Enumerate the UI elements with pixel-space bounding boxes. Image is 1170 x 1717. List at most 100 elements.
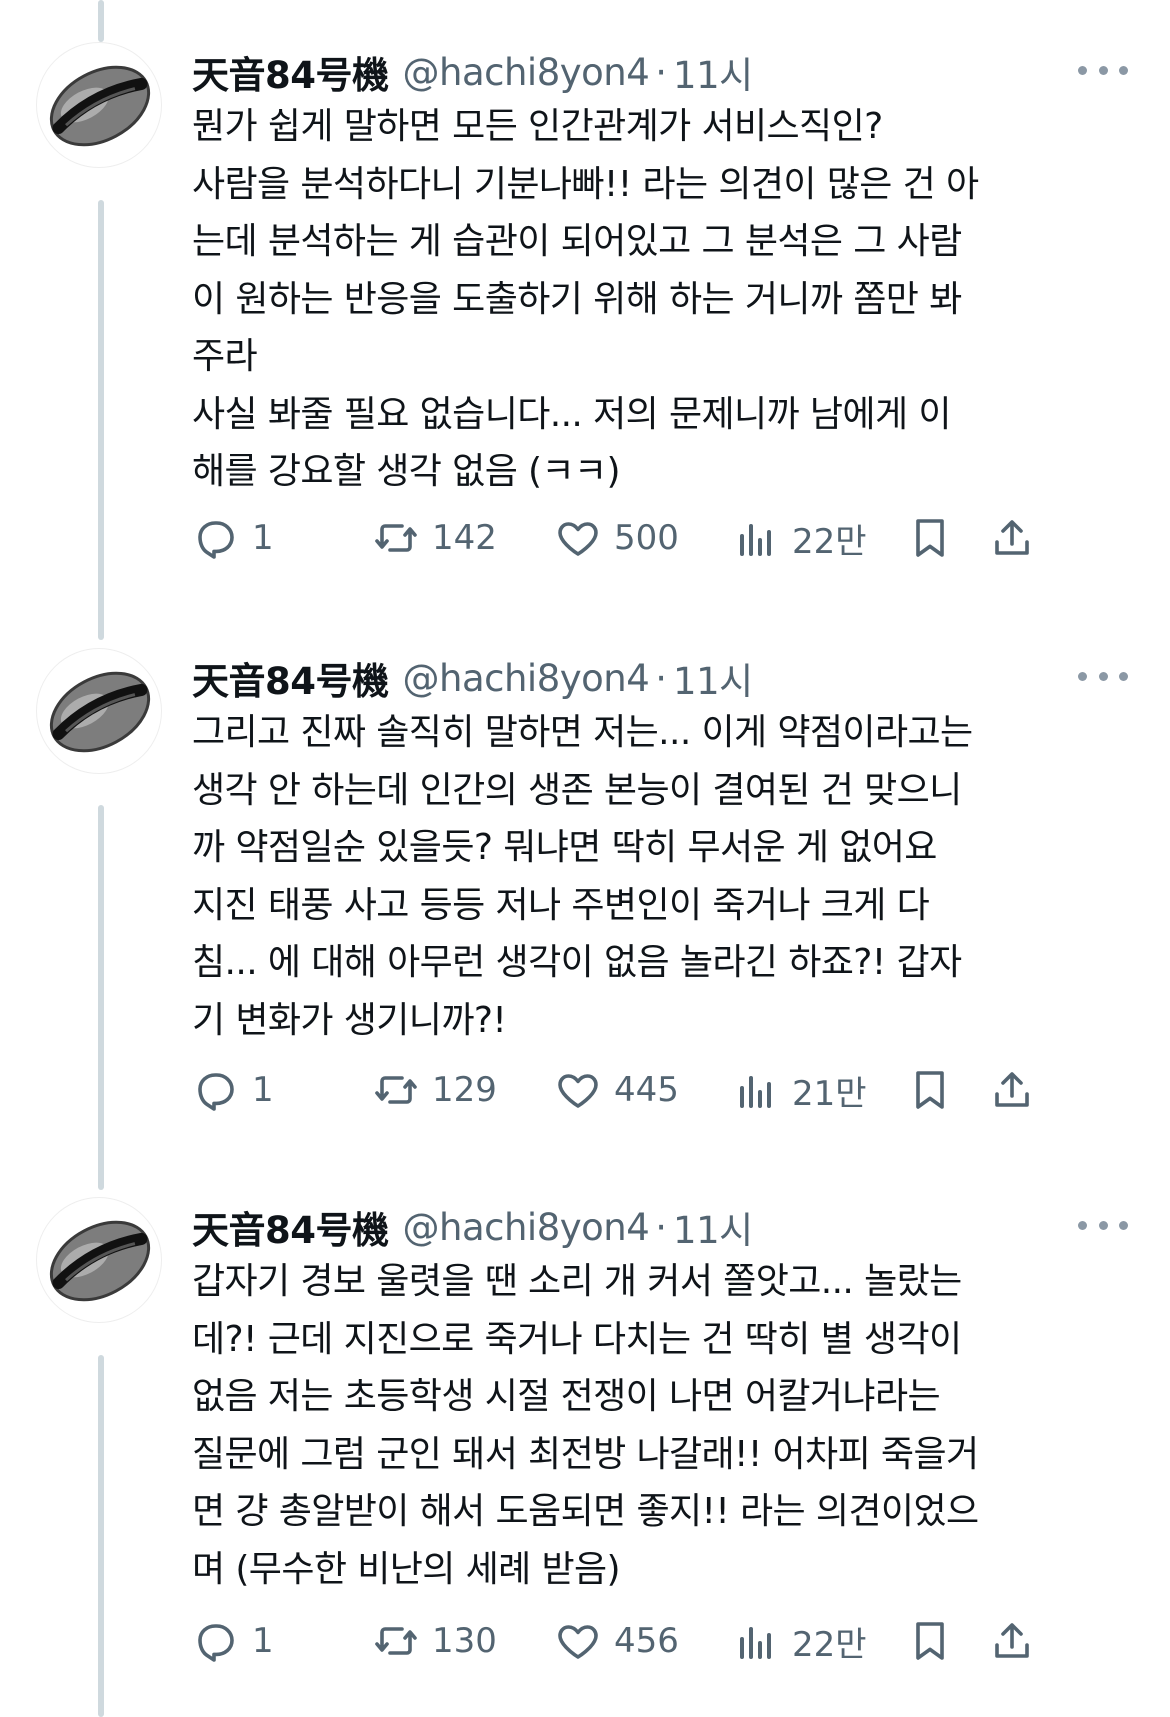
like-count: 456 [614, 1621, 679, 1661]
share-button[interactable] [988, 1060, 1036, 1120]
tweet[interactable]: 天音84号機 @hachi8yon4 · 11시 갑자기 경보 울렷을 땐 소리… [0, 1197, 1170, 1717]
bookmark-button[interactable] [906, 1060, 954, 1120]
views-count: 21만 [792, 1073, 867, 1114]
heart-icon [558, 522, 598, 556]
retweet-count: 129 [432, 1070, 497, 1110]
like-count: 445 [614, 1070, 679, 1110]
avatar[interactable] [36, 42, 162, 168]
tweet-text-line: 면 걍 총알받이 해서 도움되면 좋지!! 라는 의견이었으 [192, 1491, 979, 1532]
tweet-text-line: 침... 에 대해 아무런 생각이 없음 놀라긴 하죠?! 갑자 [192, 942, 962, 983]
retweet-icon [375, 524, 417, 552]
tweet[interactable]: 天音84号機 @hachi8yon4 · 11시 뭔가 쉽게 말하면 모든 인간… [0, 42, 1170, 602]
tweet-text-line: 주라 [192, 336, 258, 377]
views-button[interactable]: 21만 [732, 1060, 867, 1120]
retweet-button[interactable]: 130 [372, 1611, 497, 1671]
bookmark-button[interactable] [906, 508, 954, 568]
avatar[interactable] [36, 648, 162, 774]
author-handle[interactable]: @hachi8yon4 [403, 1206, 650, 1249]
avatar-image [49, 1220, 151, 1302]
reply-icon [198, 1073, 234, 1111]
avatar-image [49, 65, 151, 147]
separator-dot: · [655, 50, 668, 94]
more-icon[interactable] [1078, 1205, 1128, 1245]
action-bar: 1 129 445 21만 [192, 1060, 1142, 1120]
tweet-text: 뭔가 쉽게 말하면 모든 인간관계가 서비스직인? 사람을 분석하다니 기분나빠… [192, 98, 1122, 501]
reply-count: 1 [252, 518, 274, 558]
author-name[interactable]: 天音84号機 [192, 1200, 389, 1254]
views-button[interactable]: 22만 [732, 508, 867, 568]
tweet-text-line: 뭔가 쉽게 말하면 모든 인간관계가 서비스직인? [192, 106, 883, 147]
heart-icon [558, 1074, 598, 1108]
tweet-text-line: 는데 분석하는 게 습관이 되어있고 그 분석은 그 사람 [192, 221, 962, 262]
views-count: 22만 [792, 521, 867, 562]
tweet-header: 天音84号機 @hachi8yon4 · 11시 [192, 1197, 753, 1257]
author-handle[interactable]: @hachi8yon4 [403, 657, 650, 700]
tweet-text-line: 생각 안 하는데 인간의 생존 본능이 결여된 건 맞으니 [192, 769, 962, 811]
author-name[interactable]: 天音84号機 [192, 651, 389, 705]
more-icon[interactable] [1078, 50, 1128, 90]
avatar[interactable] [36, 1197, 162, 1323]
share-button[interactable] [988, 508, 1036, 568]
tweet-text-line: 그리고 진짜 솔직히 말하면 저는... 이게 약점이라고는 [192, 712, 973, 753]
tweet-text-line: 까 약점일순 있을듯? 뭐냐면 딱히 무서운 게 없어요 [192, 827, 937, 868]
timestamp[interactable]: 11시 [673, 1200, 753, 1254]
retweet-icon [375, 1627, 417, 1655]
tweet[interactable]: 天音84号機 @hachi8yon4 · 11시 그리고 진짜 솔직히 말하면 … [0, 648, 1170, 1148]
avatar-image [49, 671, 151, 753]
tweet-text-line: 지진 태풍 사고 등등 저나 주변인이 죽거나 크게 다 [192, 884, 930, 926]
tweet-text-line: 질문에 그럼 군인 돼서 최전방 나갈래!! 어차피 죽을거 [192, 1433, 979, 1475]
tweet-text: 갑자기 경보 울렷을 땐 소리 개 커서 쫄앗고... 놀랐는 데?! 근데 지… [192, 1253, 1122, 1598]
more-icon[interactable] [1078, 656, 1128, 696]
tweet-header: 天音84号機 @hachi8yon4 · 11시 [192, 42, 753, 102]
tweet-text-line: 데?! 근데 지진으로 죽거나 다치는 건 딱히 별 생각이 [192, 1318, 962, 1360]
reply-button[interactable]: 1 [192, 1060, 274, 1120]
tweet-text: 그리고 진짜 솔직히 말하면 저는... 이게 약점이라고는 생각 안 하는데 … [192, 704, 1122, 1049]
like-button[interactable]: 456 [554, 1611, 679, 1671]
like-count: 500 [614, 518, 679, 558]
like-button[interactable]: 500 [554, 508, 679, 568]
reply-button[interactable]: 1 [192, 1611, 274, 1671]
heart-icon [558, 1625, 598, 1659]
timestamp[interactable]: 11시 [673, 651, 753, 705]
bookmark-button[interactable] [906, 1611, 954, 1671]
views-icon [740, 1627, 771, 1659]
share-icon [995, 520, 1029, 555]
tweet-text-line: 며 (무수한 비난의 세례 받음) [192, 1548, 621, 1590]
tweet-text-line: 없음 저는 초등학생 시절 전쟁이 나면 어칼거냐라는 [192, 1376, 941, 1417]
share-icon [995, 1623, 1029, 1658]
like-button[interactable]: 445 [554, 1060, 679, 1120]
bookmark-icon [916, 1622, 944, 1660]
reply-count: 1 [252, 1070, 274, 1110]
retweet-count: 130 [432, 1621, 497, 1661]
tweet-text-line: 갑자기 경보 울렷을 땐 소리 개 커서 쫄앗고... 놀랐는 [192, 1261, 962, 1302]
separator-dot: · [655, 1205, 668, 1249]
bookmark-icon [916, 1071, 944, 1109]
views-button[interactable]: 22만 [732, 1611, 867, 1671]
share-button[interactable] [988, 1611, 1036, 1671]
tweet-header: 天音84号機 @hachi8yon4 · 11시 [192, 648, 753, 708]
bookmark-icon [916, 519, 944, 557]
author-name[interactable]: 天音84号機 [192, 45, 389, 99]
views-icon [740, 1076, 771, 1108]
tweet-text-line: 이 원하는 반응을 도출하기 위해 하는 거니까 쫌만 봐 [192, 278, 962, 320]
reply-count: 1 [252, 1621, 274, 1661]
retweet-button[interactable]: 142 [372, 508, 497, 568]
retweet-icon [375, 1076, 417, 1104]
timestamp[interactable]: 11시 [673, 45, 753, 99]
views-count: 22만 [792, 1624, 867, 1665]
tweet-text-line: 사실 봐줄 필요 없습니다... 저의 문제니까 남에게 이 [192, 393, 951, 435]
reply-button[interactable]: 1 [192, 508, 274, 568]
author-handle[interactable]: @hachi8yon4 [403, 51, 650, 94]
action-bar: 1 142 500 22만 [192, 508, 1142, 568]
share-icon [995, 1072, 1029, 1107]
tweet-text-line: 기 변화가 생기니까?! [192, 999, 507, 1041]
tweet-text-line: 사람을 분석하다니 기분나빠!! 라는 의견이 많은 건 아 [192, 163, 979, 205]
reply-icon [198, 521, 234, 559]
reply-icon [198, 1624, 234, 1662]
retweet-button[interactable]: 129 [372, 1060, 497, 1120]
views-icon [740, 524, 771, 556]
tweet-text-line: 해를 강요할 생각 없음 (ㅋㅋ) [192, 451, 621, 492]
action-bar: 1 130 456 22만 [192, 1611, 1142, 1671]
thread-line [98, 0, 104, 42]
retweet-count: 142 [432, 518, 497, 558]
